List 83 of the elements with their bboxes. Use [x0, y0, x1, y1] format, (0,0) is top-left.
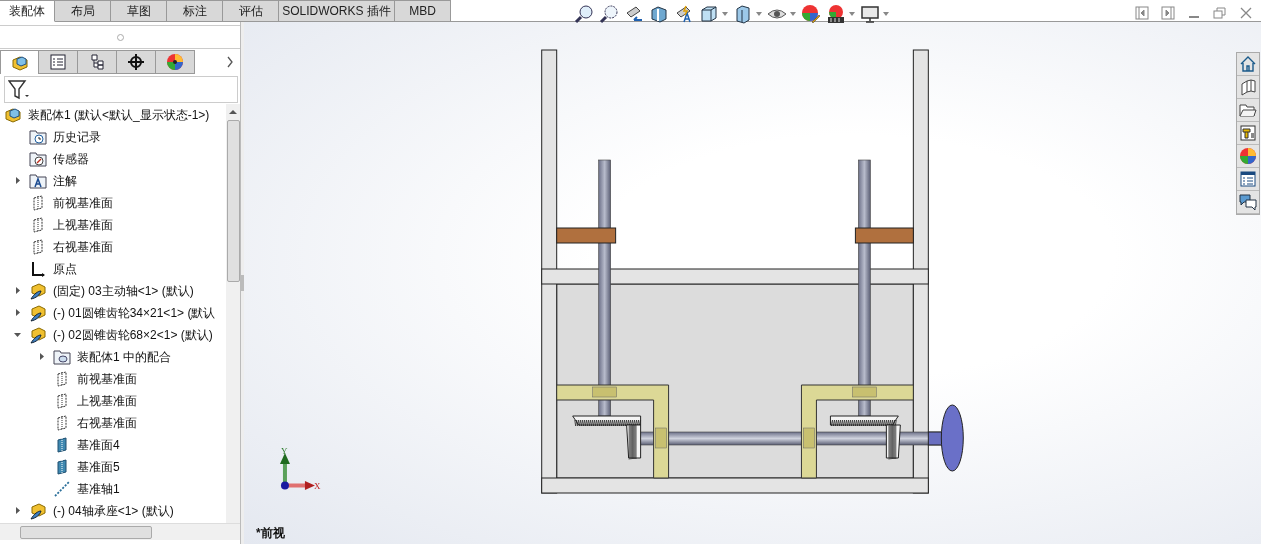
expand-arrow-icon[interactable] [14, 177, 22, 185]
ribbon-tab[interactable]: 布局 [55, 0, 111, 22]
letter-folder-icon [29, 172, 47, 190]
color-ball-icon [166, 53, 184, 71]
chevron-right-icon[interactable] [226, 56, 234, 68]
tree-item[interactable]: 前视基准面 [53, 194, 113, 212]
part-icon [29, 304, 47, 322]
close-icon[interactable] [1239, 6, 1253, 20]
gauge-folder-icon [29, 150, 47, 168]
tree-item[interactable]: 前视基准面 [77, 370, 137, 388]
tree-item[interactable]: 上视基准面 [53, 216, 113, 234]
expand-arrow-icon[interactable] [38, 353, 46, 361]
books-icon[interactable] [1237, 76, 1259, 99]
section-view-icon[interactable] [649, 4, 669, 24]
tree-item[interactable]: 右视基准面 [77, 414, 137, 432]
appearance-icon[interactable] [1237, 145, 1259, 168]
filter-icon [8, 79, 30, 100]
part-icon [29, 502, 47, 520]
design-library-icon[interactable] [1237, 122, 1259, 145]
clip-folder-icon [53, 348, 71, 366]
tree-item[interactable]: (固定) 03主动轴<1> (默认) [53, 282, 194, 300]
expand-arrow-icon[interactable] [14, 507, 22, 515]
chat-icon[interactable] [1237, 191, 1259, 214]
tree-item[interactable]: (-) 04轴承座<1> (默认) [53, 502, 174, 520]
tree-item[interactable]: 上视基准面 [77, 392, 137, 410]
scroll-up-icon[interactable] [229, 109, 237, 115]
list-icon [49, 53, 67, 71]
tree-item[interactable]: 基准面4 [77, 436, 120, 454]
filter-field[interactable] [4, 76, 238, 103]
ribbon-tab[interactable]: SOLIDWORKS 插件 [279, 0, 395, 22]
tree-item[interactable]: 基准面5 [77, 458, 120, 476]
clock-folder-icon [29, 128, 47, 146]
splitter-handle[interactable] [241, 275, 244, 291]
tree-item[interactable]: 传感器 [53, 150, 89, 168]
tree-item[interactable]: 原点 [53, 260, 77, 278]
tree-item[interactable]: (-) 02圆锥齿轮68×2<1> (默认) [53, 326, 213, 344]
collapse-arrow-icon[interactable] [14, 331, 22, 339]
scene-icon[interactable] [826, 4, 846, 24]
part-icon [29, 326, 47, 344]
caret-icon[interactable] [883, 12, 889, 16]
tree-item[interactable]: 历史记录 [53, 128, 101, 146]
view-name: *前视 [256, 525, 285, 542]
display-style-icon[interactable] [733, 4, 753, 24]
ribbon-tab[interactable]: 装配体 [0, 0, 55, 22]
caret-icon[interactable] [722, 12, 728, 16]
axis-label: X [313, 481, 321, 491]
monitor-icon[interactable] [860, 4, 880, 24]
ribbon-tab[interactable]: 标注 [167, 0, 223, 22]
caret-icon[interactable] [790, 12, 796, 16]
tree-item[interactable]: (-) 01圆锥齿轮34×21<1> (默认 [53, 304, 216, 322]
expand-arrow-icon[interactable] [14, 309, 22, 317]
view-orientation-icon[interactable] [699, 4, 719, 24]
expand-arrow-icon[interactable] [14, 287, 22, 295]
ribbon-tab[interactable]: MBD [395, 0, 451, 22]
properties-icon[interactable] [1237, 168, 1259, 191]
panel-tab[interactable] [117, 50, 156, 74]
assembly-icon [4, 106, 22, 124]
tree-item[interactable]: 装配体1 中的配合 [77, 348, 171, 366]
ribbon-tab[interactable]: 评估 [223, 0, 279, 22]
origin-dot [280, 481, 289, 490]
cube-icon [10, 53, 29, 72]
tree-item[interactable]: 右视基准面 [53, 238, 113, 256]
caret-icon[interactable] [849, 12, 855, 16]
part-icon [29, 282, 47, 300]
tree-item[interactable]: 装配体1 (默认<默认_显示状态-1>) [28, 106, 210, 124]
panel-right-icon[interactable] [1161, 6, 1175, 20]
panel-left-icon[interactable] [1135, 6, 1149, 20]
ribbon-tab[interactable]: 草图 [111, 0, 167, 22]
tree-item[interactable]: 基准轴1 [77, 480, 120, 498]
axis-icon [53, 480, 71, 498]
caret-icon[interactable] [756, 12, 762, 16]
axis-label: Y [280, 446, 288, 456]
zoom-to-fit-icon[interactable] [574, 4, 594, 24]
zoom-area-icon[interactable] [599, 4, 619, 24]
horizontal-scrollbar[interactable] [0, 523, 240, 540]
vertical-scrollbar[interactable] [226, 104, 240, 523]
panel-tab[interactable] [78, 50, 117, 74]
annotation-view-icon[interactable] [674, 4, 694, 24]
hierarchy-icon [88, 53, 106, 71]
tree-item[interactable]: 注解 [53, 172, 77, 190]
origin-icon [29, 260, 47, 278]
crosshair-icon [127, 53, 145, 71]
appearance-icon[interactable] [801, 4, 821, 24]
